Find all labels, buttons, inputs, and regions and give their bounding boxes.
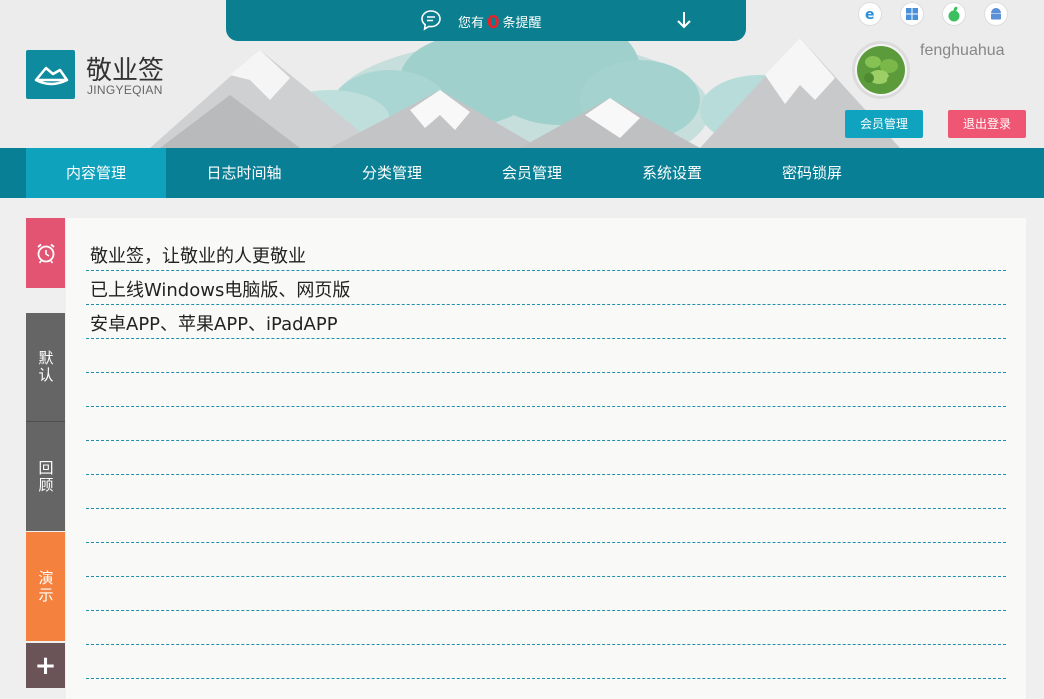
brand-name: 敬业签 <box>86 56 165 86</box>
note-line[interactable] <box>86 611 1006 645</box>
note-line[interactable] <box>86 645 1006 679</box>
apple-icon[interactable] <box>942 2 966 26</box>
reminder-bar[interactable]: 您有 0 条提醒 <box>226 0 746 41</box>
reminder-prefix: 您有 <box>458 16 485 31</box>
note-line[interactable] <box>86 373 1006 407</box>
note-editor[interactable]: 敬业签，让敬业的人更敬业 已上线Windows电脑版、网页版 安卓APP、苹果A… <box>66 218 1026 699</box>
tab-review[interactable]: 回顾 <box>26 422 65 531</box>
note-line[interactable]: 敬业签，让敬业的人更敬业 <box>86 237 1006 271</box>
reminder-clock-button[interactable] <box>26 218 65 288</box>
reminder-count: 0 <box>487 12 500 33</box>
header: 您有 0 条提醒 敬业签 JINGYEQIAN e fenghuahua 会员管… <box>0 0 1044 148</box>
tab-review-label: 回顾 <box>36 459 55 494</box>
note-line[interactable] <box>86 475 1006 509</box>
brand-subtitle: JINGYEQIAN <box>87 83 163 97</box>
avatar[interactable] <box>852 41 910 99</box>
note-line[interactable] <box>86 441 1006 475</box>
svg-text:e: e <box>865 7 875 22</box>
android-icon[interactable] <box>984 2 1008 26</box>
tab-demo-label: 演示 <box>36 569 55 604</box>
note-line[interactable]: 安卓APP、苹果APP、iPadAPP <box>86 305 1006 339</box>
reminder-message: 您有 0 条提醒 <box>458 11 542 33</box>
nav-item-category-management[interactable]: 分类管理 <box>322 148 462 198</box>
note-line[interactable]: 已上线Windows电脑版、网页版 <box>86 271 1006 305</box>
tab-default[interactable]: 默认 <box>26 313 65 422</box>
chat-bubble-icon <box>421 10 441 31</box>
note-line[interactable] <box>86 577 1006 611</box>
note-line[interactable] <box>86 509 1006 543</box>
nav-item-log-timeline[interactable]: 日志时间轴 <box>174 148 314 198</box>
ie-icon[interactable]: e <box>858 2 882 26</box>
main-nav: 内容管理 日志时间轴 分类管理 会员管理 系统设置 密码锁屏 <box>0 148 1044 198</box>
nav-item-member-management[interactable]: 会员管理 <box>462 148 602 198</box>
nav-item-content-management[interactable]: 内容管理 <box>26 148 166 198</box>
logo-hand-icon <box>34 66 69 86</box>
logo[interactable] <box>26 50 75 99</box>
member-management-button[interactable]: 会员管理 <box>845 110 923 138</box>
tab-default-label: 默认 <box>36 350 55 384</box>
tab-demo[interactable]: 演示 <box>26 532 65 641</box>
reminder-suffix: 条提醒 <box>502 16 542 31</box>
nav-item-password-lock[interactable]: 密码锁屏 <box>742 148 882 198</box>
username: fenghuahua <box>920 42 1005 59</box>
note-line[interactable] <box>86 339 1006 373</box>
windows-icon[interactable] <box>900 2 924 26</box>
arrow-down-icon[interactable] <box>675 10 693 30</box>
alarm-clock-icon <box>36 243 55 264</box>
logout-button[interactable]: 退出登录 <box>948 110 1026 138</box>
add-tab-button[interactable]: + <box>26 643 65 688</box>
note-line[interactable] <box>86 407 1006 441</box>
nav-item-system-settings[interactable]: 系统设置 <box>602 148 742 198</box>
note-line[interactable] <box>86 543 1006 577</box>
